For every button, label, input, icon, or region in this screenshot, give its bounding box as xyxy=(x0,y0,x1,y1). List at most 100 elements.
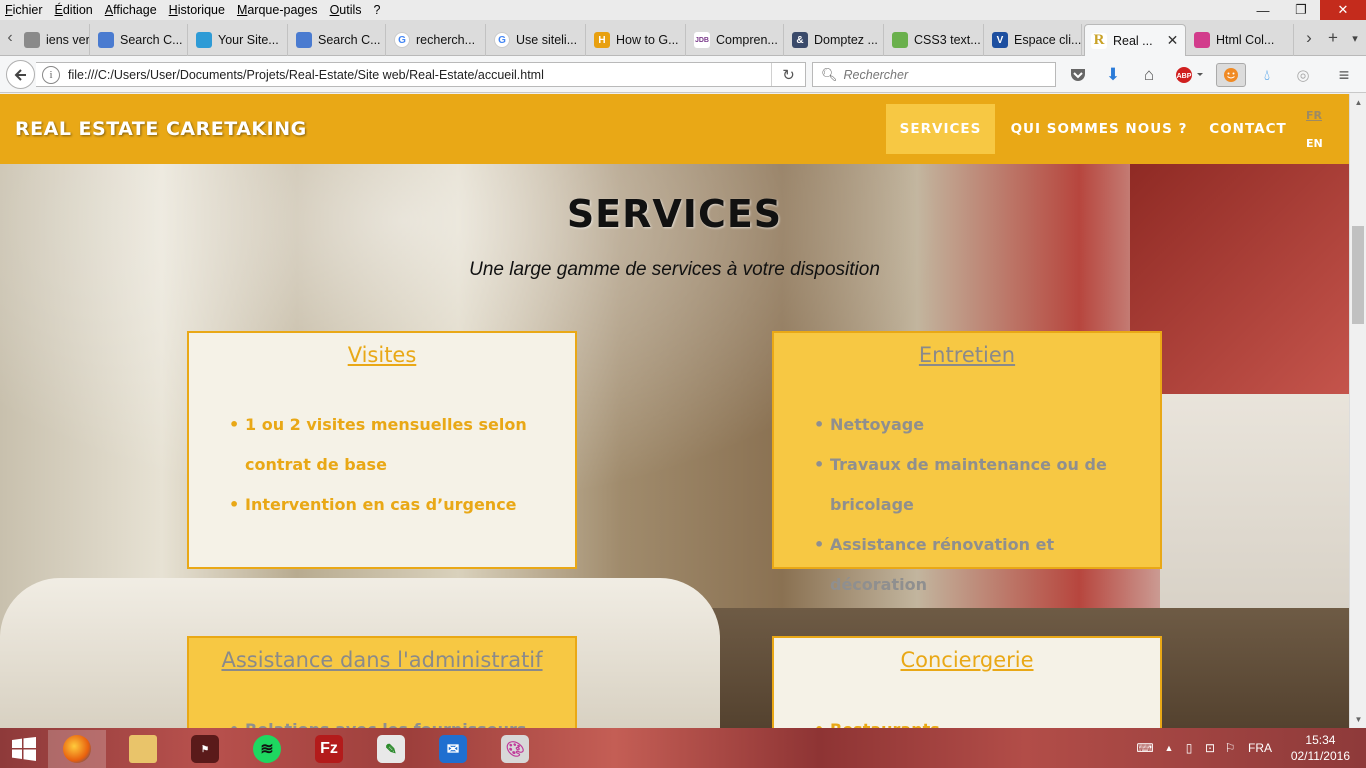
tab-favicon-icon xyxy=(892,32,908,48)
tab-6[interactable]: H How to G... xyxy=(588,24,686,56)
taskbar-notepad[interactable]: ✎ xyxy=(362,730,420,768)
site-brand[interactable]: REAL ESTATE CARETAKING xyxy=(15,118,307,140)
lang-fr-link[interactable]: FR xyxy=(1306,109,1322,122)
tab-list-icon[interactable]: ▾ xyxy=(1346,20,1364,56)
lang-en-link[interactable]: EN xyxy=(1306,137,1323,150)
tab-scroll-left-icon[interactable]: ‹ xyxy=(0,20,20,56)
clock-date: 02/11/2016 xyxy=(1290,749,1350,763)
taskbar-firefox[interactable] xyxy=(48,730,106,768)
taskbar-mail[interactable]: ✉ xyxy=(424,730,482,768)
page-title: SERVICES xyxy=(566,192,783,236)
menu-historique[interactable]: Historique xyxy=(163,3,231,17)
nav-services[interactable]: SERVICES xyxy=(886,104,995,154)
scroll-up-icon[interactable]: ▲ xyxy=(1350,94,1366,111)
tab-label[interactable]: Real ... xyxy=(1113,34,1153,48)
tab-7[interactable]: JDB Compren... xyxy=(688,24,784,56)
back-button[interactable] xyxy=(6,60,35,89)
battery-icon[interactable]: ▯ xyxy=(1178,741,1200,755)
tab-label[interactable]: recherch... xyxy=(416,33,475,47)
page-subtitle: Une large gamme de services à votre disp… xyxy=(469,259,880,280)
keyboard-icon[interactable]: ⌨ xyxy=(1130,741,1160,755)
search-placeholder[interactable]: Rechercher xyxy=(844,68,909,82)
tab-label[interactable]: Html Col... xyxy=(1216,33,1274,47)
tray-language[interactable]: FRA xyxy=(1248,741,1272,755)
tab-label[interactable]: How to G... xyxy=(616,33,679,47)
tab-10[interactable]: V Espace cli... xyxy=(986,24,1082,56)
menu-edition[interactable]: Édition xyxy=(49,3,99,17)
taskbar-paint[interactable]: 🎨︎ xyxy=(486,730,544,768)
hamburger-menu-icon[interactable]: ≡ xyxy=(1334,65,1354,85)
taskbar-app-red[interactable]: ⚑ xyxy=(176,730,234,768)
card-list: Nettoyage Travaux de maintenance ou de b… xyxy=(814,405,1140,605)
tab-favicon-icon xyxy=(196,32,212,48)
droplet-icon[interactable]: 💧︎ xyxy=(1257,65,1277,85)
maximize-button[interactable]: ❐ xyxy=(1282,0,1320,20)
reload-icon[interactable]: ↻ xyxy=(771,63,805,86)
taskbar-filezilla[interactable]: Fz xyxy=(300,730,358,768)
tab-favicon-icon: & xyxy=(792,32,808,48)
nav-contact[interactable]: CONTACT xyxy=(1200,104,1296,154)
url-text[interactable]: file:///C:/Users/User/Documents/Projets/… xyxy=(68,68,544,82)
pocket-icon[interactable] xyxy=(1068,65,1088,85)
card-title[interactable]: Assistance dans l'administratif xyxy=(189,648,575,672)
tab-label[interactable]: iens vers... xyxy=(46,33,89,47)
tab-label[interactable]: Your Site... xyxy=(218,33,279,47)
spotify-icon: ≋ xyxy=(253,735,281,763)
tab-8[interactable]: & Domptez ... xyxy=(786,24,884,56)
card-list: 1 ou 2 visites mensuelles selon contrat … xyxy=(229,405,555,525)
nav-qui-sommes-nous[interactable]: QUI SOMMES NOUS ? xyxy=(1000,104,1198,154)
tab-5[interactable]: G Use siteli... xyxy=(488,24,586,56)
flag-icon[interactable]: ⚐ xyxy=(1220,741,1240,755)
tab-9[interactable]: CSS3 text... xyxy=(886,24,984,56)
taskbar-explorer[interactable] xyxy=(114,730,172,768)
tab-label[interactable]: CSS3 text... xyxy=(914,33,981,47)
app-red-icon: ⚑ xyxy=(191,735,219,763)
tab-label[interactable]: Domptez ... xyxy=(814,33,878,47)
tab-11[interactable]: R Real ... ✕ xyxy=(1084,24,1186,56)
tab-1[interactable]: Search C... xyxy=(92,24,188,56)
sync-icon[interactable]: ◎ xyxy=(1293,65,1313,85)
home-icon[interactable]: ⌂ xyxy=(1139,65,1159,85)
tab-close-icon[interactable]: ✕ xyxy=(1167,32,1179,49)
tab-label[interactable]: Use siteli... xyxy=(516,33,577,47)
tab-0[interactable]: iens vers... xyxy=(18,24,90,56)
card-conciergerie: Conciergerie Restaurants xyxy=(772,636,1162,728)
adblock-icon[interactable]: ABP xyxy=(1175,65,1205,85)
extension-face-icon[interactable] xyxy=(1216,63,1246,87)
tab-label[interactable]: Search C... xyxy=(318,33,381,47)
tab-3[interactable]: Search C... xyxy=(290,24,386,56)
tab-label[interactable]: Search C... xyxy=(120,33,183,47)
page-scrollbar[interactable]: ▲ ▼ xyxy=(1349,94,1366,728)
url-bar[interactable]: i file:///C:/Users/User/Documents/Projet… xyxy=(36,62,806,87)
start-button[interactable] xyxy=(8,736,40,762)
menu-outils[interactable]: Outils xyxy=(324,3,368,17)
menu-affichage[interactable]: Affichage xyxy=(99,3,163,17)
search-bar[interactable]: 🔍︎ Rechercher xyxy=(812,62,1056,87)
back-arrow-icon xyxy=(14,68,26,81)
menu-marque-pages[interactable]: Marque-pages xyxy=(231,3,324,17)
menu-aide[interactable]: ? xyxy=(368,3,387,17)
clock-time: 15:34 xyxy=(1305,733,1336,747)
card-title[interactable]: Conciergerie xyxy=(774,648,1160,672)
clock[interactable]: 15:34 02/11/2016 xyxy=(1291,732,1350,764)
tab-label[interactable]: Espace cli... xyxy=(1014,33,1081,47)
tab-12[interactable]: Html Col... xyxy=(1188,24,1294,56)
minimize-button[interactable]: — xyxy=(1244,0,1282,20)
tab-scroll-right-icon[interactable]: › xyxy=(1298,20,1320,56)
download-icon[interactable]: ⬇ xyxy=(1103,65,1123,85)
taskbar-spotify[interactable]: ≋ xyxy=(238,730,296,768)
tab-4[interactable]: Grecherch... xyxy=(388,24,486,56)
card-title[interactable]: Entretien xyxy=(774,343,1160,367)
scroll-down-icon[interactable]: ▼ xyxy=(1350,711,1366,728)
scrollbar-thumb[interactable] xyxy=(1352,226,1364,324)
menu-fichier[interactable]: Fichier xyxy=(0,3,49,17)
tab-label[interactable]: Compren... xyxy=(716,33,778,47)
new-tab-icon[interactable]: + xyxy=(1322,20,1344,56)
info-icon[interactable]: i xyxy=(42,65,60,84)
card-title[interactable]: Visites xyxy=(189,343,575,367)
list-item: Nettoyage xyxy=(814,405,1140,445)
network-icon[interactable]: ⊡ xyxy=(1200,741,1220,755)
tab-2[interactable]: Your Site... xyxy=(190,24,288,56)
close-button[interactable]: ✕ xyxy=(1320,0,1366,20)
tray-expand-icon[interactable]: ▲ xyxy=(1160,743,1178,753)
